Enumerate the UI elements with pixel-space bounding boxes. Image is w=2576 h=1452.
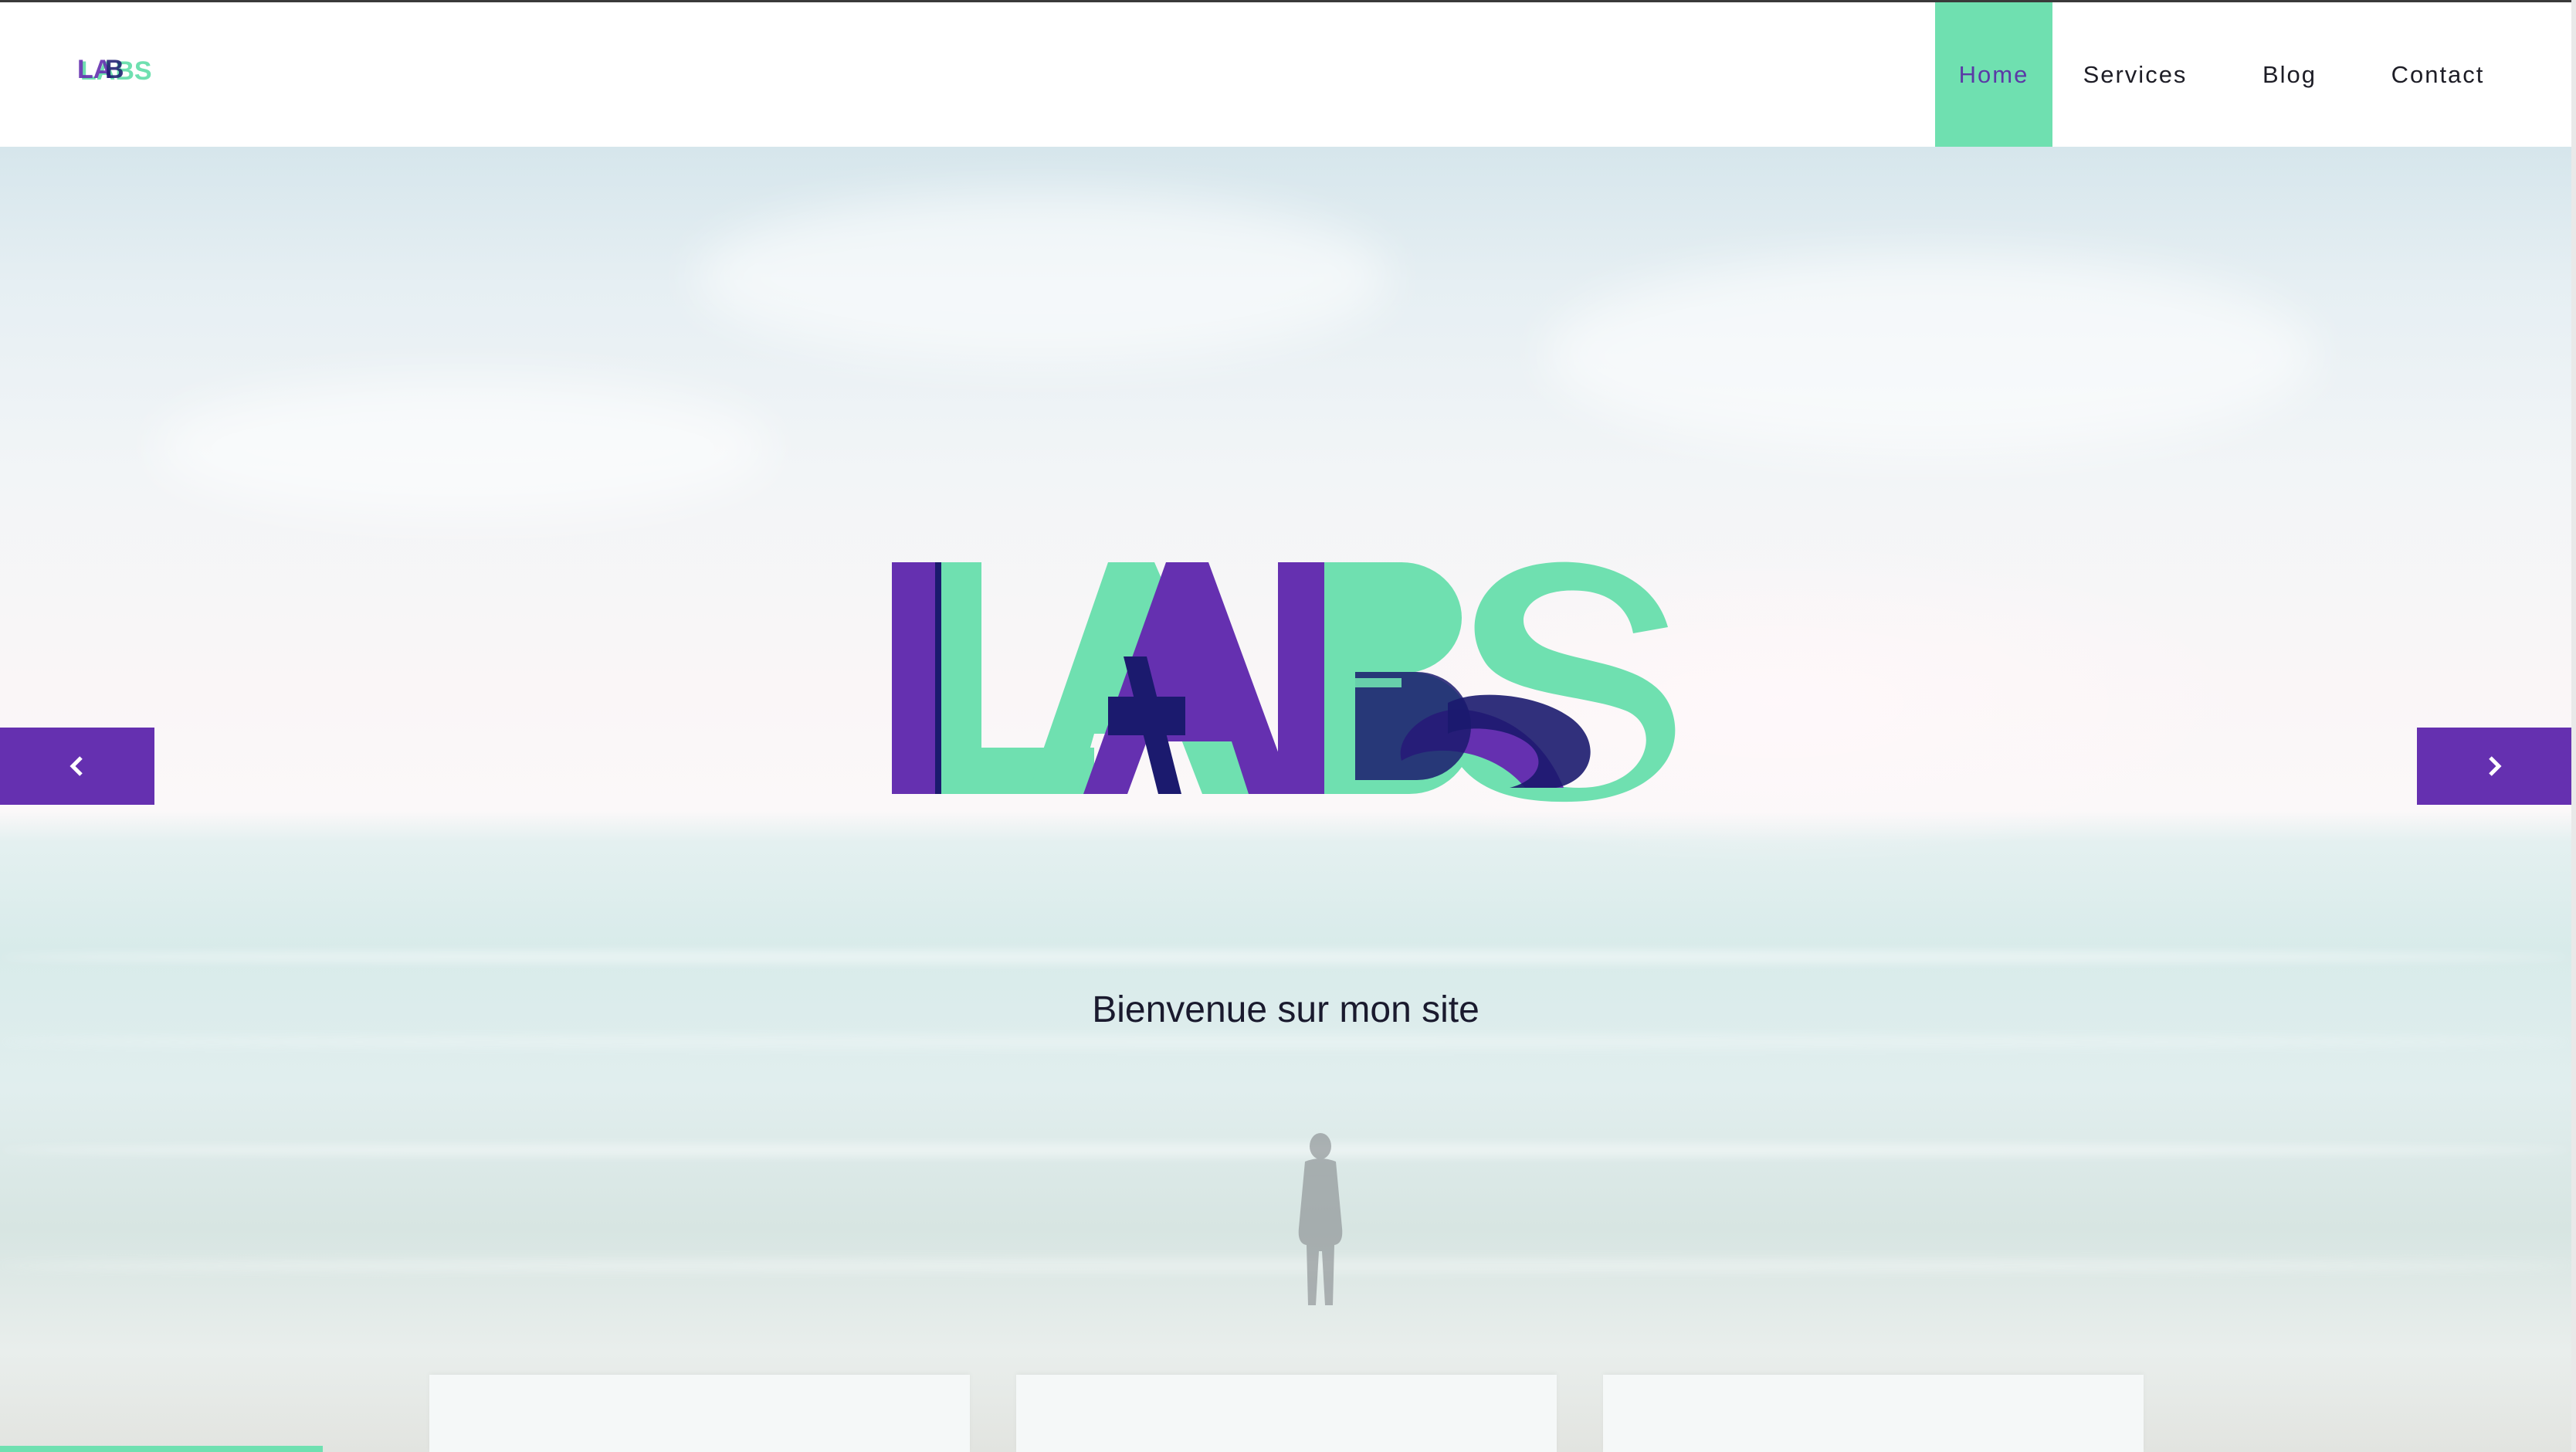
nav-services[interactable]: Services: [2052, 2, 2218, 147]
svg-text:B: B: [105, 55, 124, 84]
hero-logo: [892, 556, 1679, 803]
sky-cloud: [695, 193, 1390, 363]
sky-cloud: [1544, 255, 2317, 456]
service-card: [1016, 1375, 1557, 1452]
sea-wave: [0, 950, 2571, 964]
slider-progress-bar: [0, 1446, 323, 1452]
nav-contact[interactable]: Contact: [2361, 2, 2514, 147]
chevron-right-icon: [2489, 756, 2502, 776]
sea-wave: [0, 1035, 2571, 1049]
page-scrollbar[interactable]: [2571, 0, 2576, 1452]
hero-logo-mark: [892, 561, 1676, 802]
person-silhouette: [1282, 1128, 1359, 1336]
chevron-left-icon: [69, 756, 83, 776]
nav-home[interactable]: Home: [1935, 2, 2052, 147]
brand-logo-mark: LABS LA B: [77, 55, 152, 84]
hero-tagline: Bienvenue sur mon site: [1092, 989, 1480, 1030]
page: LABS LA B Home Services Blog Contact Bie…: [0, 0, 2576, 1452]
main-nav: Home Services Blog Contact: [1935, 2, 2571, 147]
service-card: [1603, 1375, 2144, 1452]
slider-next-button[interactable]: [2417, 728, 2571, 805]
hero-slider: Bienvenue sur mon site: [0, 147, 2571, 1452]
brand-logo[interactable]: LABS LA B: [77, 50, 161, 84]
nav-blog[interactable]: Blog: [2218, 2, 2361, 147]
site-header: LABS LA B Home Services Blog Contact: [0, 0, 2571, 147]
service-card: [429, 1375, 970, 1452]
sky-cloud: [154, 378, 772, 517]
slider-prev-button[interactable]: [0, 728, 154, 805]
